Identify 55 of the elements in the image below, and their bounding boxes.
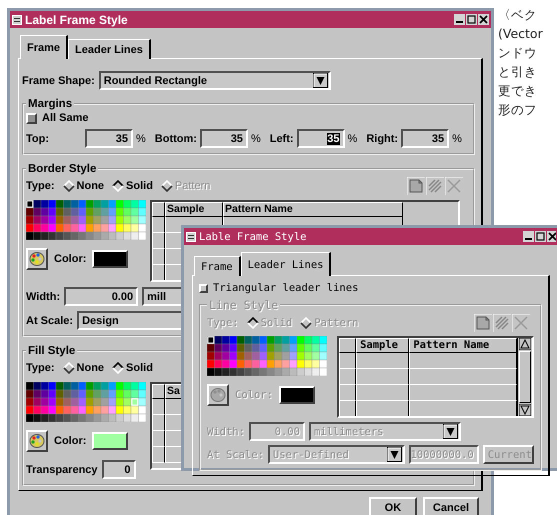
field-label: Width: bbox=[207, 426, 245, 438]
field-label: Right: bbox=[366, 132, 398, 144]
margin-field[interactable]: 35 bbox=[296, 129, 345, 148]
caption-line: と引き bbox=[498, 63, 538, 81]
group-title: Border Style bbox=[27, 163, 98, 175]
tab[interactable]: Frame bbox=[20, 35, 68, 59]
all-same-checkbox[interactable]: All Same bbox=[26, 112, 467, 124]
window-title: Lable Frame Style bbox=[199, 230, 306, 242]
tab[interactable]: Frame bbox=[194, 256, 241, 276]
unit-label: % bbox=[250, 132, 261, 144]
field-label: Width: bbox=[26, 290, 60, 302]
field-label: Color: bbox=[235, 389, 273, 401]
field-label: At Scale: bbox=[207, 448, 264, 460]
field-label: Type: bbox=[207, 317, 239, 329]
caption-line: 形のフ bbox=[498, 101, 538, 119]
margin-field[interactable]: 35 bbox=[401, 129, 450, 148]
unit-label: % bbox=[348, 132, 358, 144]
field-label: Color: bbox=[54, 253, 86, 265]
caption-line: (Vector bbox=[498, 25, 543, 43]
unit-label: % bbox=[452, 132, 462, 144]
margin-field[interactable]: 35 bbox=[200, 129, 248, 148]
field-label: Frame Shape: bbox=[22, 74, 95, 86]
field-label: Transparency bbox=[26, 464, 98, 476]
column-header: Pattern Name bbox=[409, 338, 517, 353]
group-title: Margins bbox=[27, 98, 74, 110]
triangular-checkbox[interactable]: Triangular leader lines bbox=[199, 282, 542, 294]
radio-option[interactable]: Solid bbox=[112, 180, 153, 192]
transparency-field[interactable]: 0 bbox=[102, 460, 136, 479]
field-label: Bottom: bbox=[154, 132, 197, 144]
width-field[interactable]: 0.00 bbox=[64, 287, 138, 306]
caption-line: ンドウ bbox=[498, 44, 538, 62]
field-label: At Scale: bbox=[26, 314, 74, 326]
radio-option[interactable]: None bbox=[62, 180, 104, 192]
field-label: Color: bbox=[54, 435, 86, 447]
field-label: Type: bbox=[26, 180, 55, 192]
group-title: Line Style bbox=[208, 298, 280, 312]
window-title: Label Frame Style bbox=[25, 12, 128, 26]
field-label: Type: bbox=[26, 362, 55, 374]
field-label: Left: bbox=[270, 132, 294, 144]
field-label: Top: bbox=[26, 132, 50, 144]
tab[interactable]: Leader Lines bbox=[68, 39, 151, 59]
tab[interactable]: Leader Lines bbox=[240, 252, 332, 276]
caption-line: 更でき bbox=[498, 82, 538, 100]
frame-shape-dropdown[interactable]: Rounded Rectangle bbox=[98, 71, 331, 90]
group-title: Fill Style bbox=[27, 345, 76, 357]
margin-field[interactable]: 35 bbox=[85, 129, 133, 148]
column-header: Sample bbox=[165, 202, 223, 217]
unit-label: % bbox=[136, 132, 146, 144]
column-header: Pattern Name bbox=[223, 202, 403, 217]
radio-option[interactable]: None bbox=[62, 362, 104, 374]
radio-option[interactable]: Solid bbox=[112, 362, 153, 374]
dialog-button[interactable]: OK bbox=[368, 497, 417, 515]
dialog-button[interactable]: Cancel bbox=[422, 497, 479, 515]
caption-line: 〈ベク bbox=[498, 6, 538, 24]
column-header: Sample bbox=[356, 338, 410, 353]
